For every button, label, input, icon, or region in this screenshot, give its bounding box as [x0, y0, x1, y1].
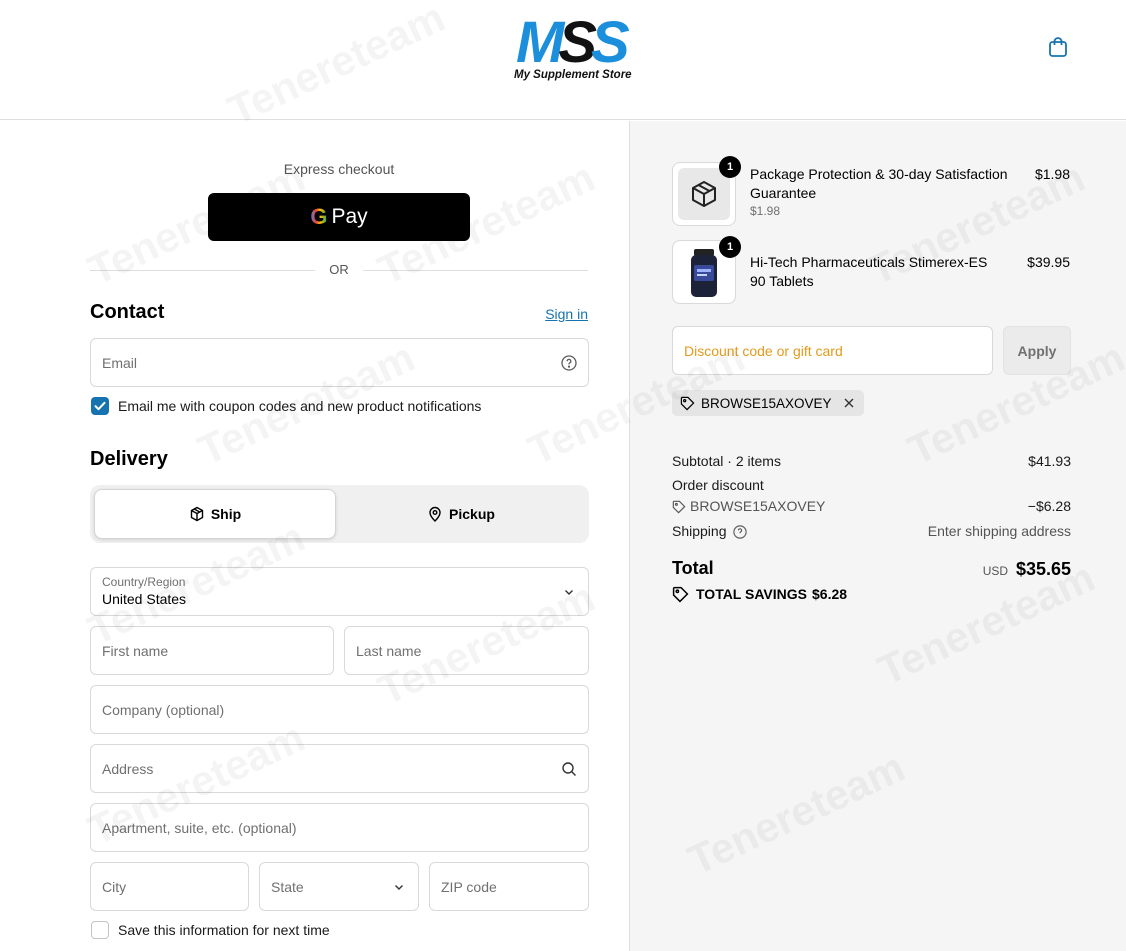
email-field[interactable]: Email [90, 338, 589, 387]
header: MSS My Supplement Store [0, 0, 1126, 120]
country-select[interactable]: Country/Region United States [90, 567, 589, 616]
sign-in-link[interactable]: Sign in [520, 306, 588, 322]
ship-option[interactable]: Ship [94, 489, 336, 539]
total-row: Total USD $35.65 [672, 558, 1071, 584]
item-price: $1.98 [1034, 166, 1070, 182]
shipping-row: Shipping Enter shipping address [672, 523, 1071, 539]
item-name: Package Protection & 30-day Satisfaction… [750, 165, 1008, 203]
total-savings-label: TOTAL SAVINGS [696, 586, 807, 602]
address-field[interactable]: Address [90, 744, 589, 793]
city-field[interactable]: City [90, 862, 249, 911]
applied-code: BROWSE15AXOVEY [701, 395, 832, 411]
search-icon [562, 761, 576, 776]
discount-value: −$6.28 [1027, 498, 1071, 514]
state-select[interactable]: State [259, 862, 419, 911]
google-g-icon: G [310, 204, 328, 229]
ship-label: Ship [210, 506, 242, 522]
subtotal-label: Subtotal · 2 items [672, 453, 781, 469]
checkout-form-column: Express checkout G Pay OR Contact Sign i… [0, 121, 629, 951]
apartment-placeholder: Apartment, suite, etc. (optional) [102, 819, 297, 836]
contact-title: Contact [90, 301, 165, 323]
quantity-badge: 1 [719, 236, 741, 258]
chevron-down-icon [395, 884, 403, 890]
zip-placeholder: ZIP code [441, 878, 497, 895]
last-name-placeholder: Last name [356, 642, 422, 659]
shipping-value: Enter shipping address [927, 523, 1071, 539]
help-circle-icon[interactable] [733, 525, 747, 539]
marketing-checkbox[interactable] [91, 397, 109, 415]
total-savings-value: $6.28 [812, 586, 848, 602]
shopping-bag-icon[interactable] [1046, 35, 1070, 59]
item-unit-price: $1.98 [750, 204, 781, 218]
marketing-label: Email me with coupon codes and new produ… [118, 398, 482, 414]
item-name: Hi-Tech Pharmaceuticals Stimerex-ES 90 T… [750, 253, 987, 291]
first-name-field[interactable]: First name [90, 626, 334, 675]
tag-icon [672, 500, 686, 514]
express-checkout-label: Express checkout [283, 161, 395, 177]
item-name-line: 90 Tablets [750, 273, 814, 289]
shipping-label: Shipping [672, 523, 727, 539]
store-logo[interactable]: MSS My Supplement Store [512, 14, 650, 86]
logo-tagline: My Supplement Store [514, 69, 632, 81]
company-placeholder: Company (optional) [102, 701, 225, 718]
last-name-field[interactable]: Last name [344, 626, 589, 675]
company-field[interactable]: Company (optional) [90, 685, 589, 734]
applied-discount-chip: BROWSE15AXOVEY [672, 390, 864, 416]
discount-code-field[interactable]: Discount code or gift card [672, 326, 993, 375]
or-label: OR [329, 262, 349, 277]
item-name-line: Package Protection & 30-day Satisfaction [750, 166, 1008, 182]
country-label: Country/Region [102, 575, 186, 589]
save-info-label: Save this information for next time [118, 922, 330, 938]
order-discount-row: Order discount [672, 477, 1071, 493]
apartment-field[interactable]: Apartment, suite, etc. (optional) [90, 803, 589, 852]
item-name-line: Guarantee [750, 185, 817, 201]
quantity-badge: 1 [719, 156, 741, 178]
tag-icon [672, 586, 689, 603]
close-icon[interactable] [842, 396, 856, 410]
tag-icon [680, 396, 695, 410]
location-pin-icon [429, 506, 441, 522]
delivery-method-toggle: Ship Pickup [90, 485, 589, 543]
discount-code-label: BROWSE15AXOVEY [690, 498, 826, 514]
total-label: Total [672, 558, 714, 578]
address-placeholder: Address [102, 760, 154, 777]
discount-placeholder: Discount code or gift card [684, 342, 843, 359]
or-divider: OR [90, 261, 588, 279]
save-info-checkbox[interactable] [91, 921, 109, 939]
order-discount-label: Order discount [672, 477, 764, 493]
google-pay-label: Pay [331, 205, 368, 228]
item-name-line: Hi-Tech Pharmaceuticals Stimerex-ES [750, 254, 988, 270]
first-name-placeholder: First name [102, 642, 169, 659]
delivery-title: Delivery [90, 448, 168, 470]
city-placeholder: City [102, 878, 127, 895]
email-placeholder: Email [102, 354, 138, 371]
pickup-option[interactable]: Pickup [340, 489, 582, 539]
google-pay-button[interactable]: G Pay [208, 193, 470, 241]
apply-discount-button[interactable]: Apply [1003, 326, 1071, 375]
help-circle-icon[interactable] [561, 354, 577, 371]
order-summary-column: 1 Package Protection & 30-day Satisfacti… [629, 121, 1126, 951]
package-icon [190, 506, 204, 522]
logo-letters: MSS [516, 10, 630, 75]
zip-field[interactable]: ZIP code [429, 862, 589, 911]
pickup-label: Pickup [449, 506, 495, 522]
chevron-down-icon [565, 589, 573, 595]
currency-code: USD [982, 564, 1009, 578]
subtotal-row: Subtotal · 2 items $41.93 [672, 453, 1071, 469]
total-amount: USD $35.65 [983, 559, 1071, 580]
subtotal-value: $41.93 [1028, 453, 1071, 469]
country-value: United States [102, 591, 187, 607]
item-price: $39.95 [1027, 254, 1070, 270]
total-value: $35.65 [1015, 559, 1071, 579]
state-placeholder: State [271, 878, 304, 895]
checkmark-icon [94, 401, 106, 411]
